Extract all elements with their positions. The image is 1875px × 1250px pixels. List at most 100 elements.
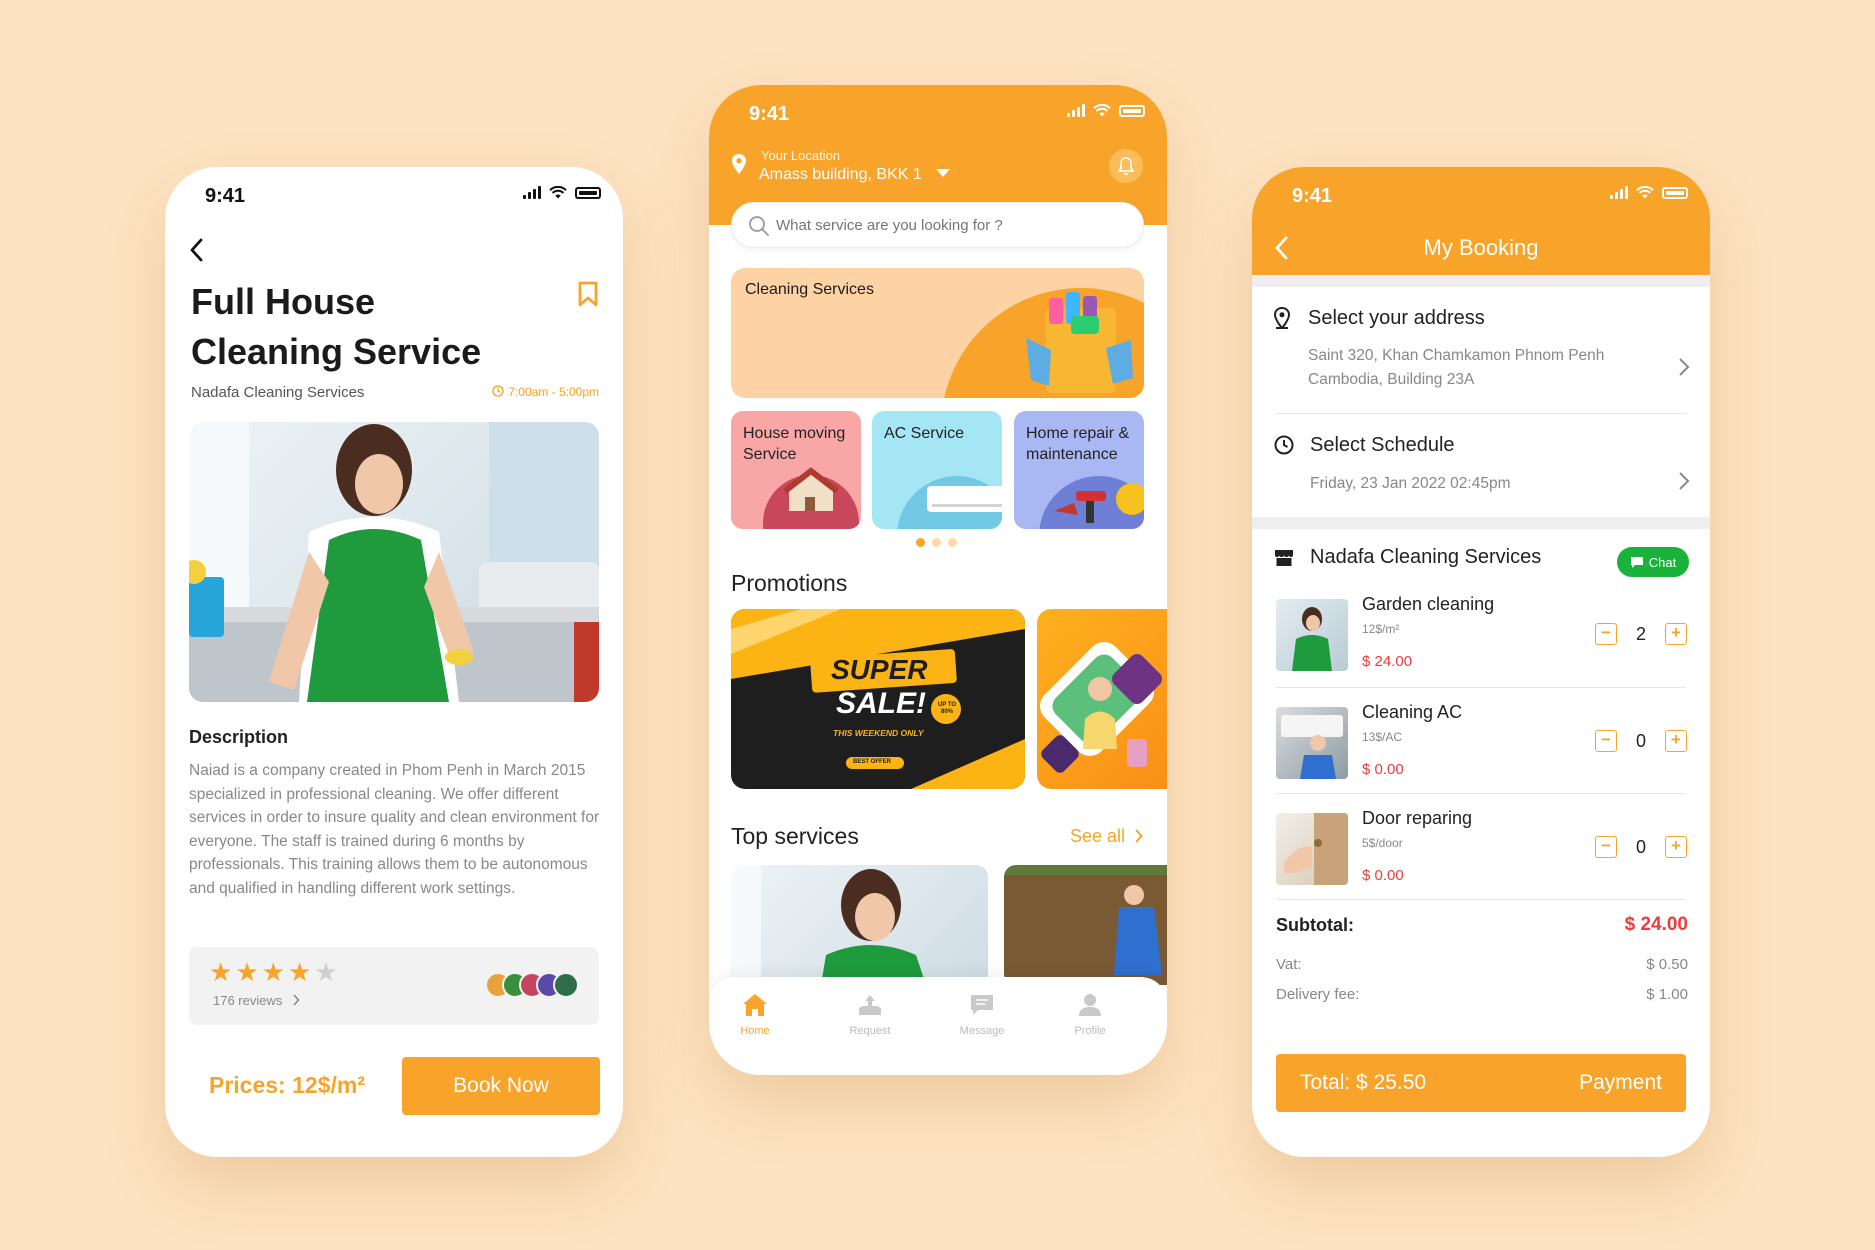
notification-button[interactable] (1109, 149, 1143, 183)
home-screen: 9:41 Your Location Amass building, BKK 1… (709, 85, 1167, 1075)
item-price: $ 24.00 (1362, 653, 1413, 670)
chevron-right-icon (1135, 829, 1143, 843)
item-unit-price: 12$/m² (1362, 622, 1400, 636)
wifi-icon (549, 186, 567, 199)
promotion-super-sale[interactable]: SPECIAL OFFER SUPER SALE! UP TO 80% THIS… (731, 609, 1025, 789)
item-image (1276, 707, 1348, 779)
increase-button[interactable]: + (1665, 836, 1687, 858)
cleaning-services-banner[interactable]: Cleaning Services (731, 268, 1144, 398)
book-now-button[interactable]: Book Now (402, 1057, 600, 1115)
item-image (1276, 599, 1348, 671)
chevron-right-icon[interactable] (1678, 357, 1690, 377)
chevron-right-icon[interactable] (1678, 471, 1690, 491)
carousel-dot[interactable] (916, 538, 925, 547)
booking-screen: 9:41 My Booking Select your address Sain… (1252, 167, 1710, 1157)
store-icon (1275, 550, 1293, 566)
search-bar[interactable] (731, 202, 1144, 248)
item-name: Door reparing (1362, 808, 1473, 828)
delivery-fee-label: Delivery fee: (1276, 986, 1360, 1003)
promotion-shopping[interactable] (1037, 609, 1167, 789)
status-bar: 9:41 (1252, 167, 1710, 231)
payment-bar[interactable]: Total: $ 25.50 Payment (1276, 1054, 1686, 1112)
star-icon: ★ (287, 957, 315, 987)
top-service-card[interactable] (731, 865, 988, 985)
chat-icon (1630, 556, 1643, 568)
vat-value: $ 0.50 (1646, 956, 1688, 973)
schedule-value[interactable]: Friday, 23 Jan 2022 02:45pm (1310, 472, 1510, 496)
category-home-repair[interactable]: Home repair & maintenance (1014, 411, 1144, 529)
battery-icon (1119, 104, 1145, 117)
signal-icon (1067, 104, 1085, 117)
decrease-button[interactable]: − (1595, 730, 1617, 752)
clock-icon (1274, 435, 1294, 455)
item-price: $ 0.00 (1362, 761, 1404, 778)
tab-profile[interactable]: Profile (1045, 993, 1135, 1037)
increase-button[interactable]: + (1665, 623, 1687, 645)
location-pin-icon (1274, 307, 1290, 329)
decrease-button[interactable]: − (1595, 836, 1617, 858)
promotions-heading: Promotions (731, 570, 848, 596)
carousel-dot[interactable] (932, 538, 941, 547)
promo-best-offer: BEST OFFER (853, 759, 892, 765)
subtotal-value: $ 24.00 (1624, 914, 1688, 935)
quantity-stepper: − 0 + (1595, 836, 1687, 858)
total-amount: Total: $ 25.50 (1300, 1071, 1427, 1094)
tab-request[interactable]: Request (825, 993, 915, 1037)
wifi-icon (1093, 104, 1111, 117)
category-label: Home repair & maintenance (1026, 425, 1130, 463)
increase-button[interactable]: + (1665, 730, 1687, 752)
promo-weekend: THIS WEEKEND ONLY (833, 728, 924, 738)
caret-down-icon (936, 169, 951, 177)
promo-badge: UP TO 80% (937, 702, 957, 715)
status-bar: 9:41 (709, 85, 1167, 149)
back-arrow-icon[interactable] (189, 237, 205, 263)
item-name: Garden cleaning (1362, 594, 1495, 614)
service-photo (189, 422, 599, 702)
request-icon (859, 995, 881, 1015)
status-time: 9:41 (205, 185, 246, 207)
carousel-dots (916, 538, 957, 547)
carousel-dot[interactable] (948, 538, 957, 547)
reviews-count[interactable]: 176 reviews (213, 993, 300, 1008)
service-detail-screen: 9:41 Full House Cleaning Service Nadafa … (165, 167, 623, 1157)
top-services-heading: Top services (731, 823, 859, 849)
signal-icon (523, 186, 541, 199)
search-input[interactable] (776, 203, 1116, 247)
vat-label: Vat: (1276, 956, 1302, 973)
bookmark-icon[interactable] (577, 280, 599, 308)
quantity-value: 0 (1635, 730, 1646, 751)
quantity-stepper: − 2 + (1595, 623, 1687, 645)
category-ac-service[interactable]: AC Service (872, 411, 1002, 529)
bell-icon (1117, 157, 1135, 176)
quantity-value: 0 (1635, 836, 1646, 857)
wifi-icon (1636, 186, 1654, 199)
tab-home[interactable]: Home (710, 993, 800, 1037)
banner-label: Cleaning Services (745, 281, 874, 298)
home-icon (743, 994, 767, 1016)
page-title: My Booking (1423, 235, 1539, 260)
location-label: Your Location (761, 148, 841, 163)
top-service-card[interactable] (1004, 865, 1167, 985)
location-selector[interactable]: Amass building, BKK 1 (759, 166, 951, 184)
chat-button[interactable]: Chat (1617, 547, 1689, 577)
tab-message[interactable]: Message (937, 993, 1027, 1037)
promo-special-offer: SPECIAL OFFER (849, 636, 921, 646)
address-value[interactable]: Saint 320, Khan Chamkamon Phnom Penh Cam… (1308, 344, 1604, 392)
decrease-button[interactable]: − (1595, 623, 1617, 645)
status-bar: 9:41 (165, 167, 623, 231)
subtotal-label: Subtotal: (1276, 915, 1354, 935)
status-time: 9:41 (749, 103, 790, 125)
payment-button[interactable]: Payment (1579, 1071, 1662, 1095)
see-all-link[interactable]: See all (1070, 826, 1143, 847)
avatar (553, 972, 579, 998)
item-name: Cleaning AC (1362, 702, 1463, 722)
category-label: AC Service (884, 425, 965, 442)
reviews-card[interactable]: ★★★★★ 176 reviews (189, 947, 599, 1025)
rating-stars: ★★★★★ (209, 957, 341, 988)
star-icon: ★ (314, 957, 341, 987)
provider-name: Nadafa Cleaning Services (1310, 546, 1542, 568)
category-house-moving[interactable]: House moving Service (731, 411, 861, 529)
signal-icon (1610, 186, 1628, 199)
star-icon: ★ (209, 957, 236, 987)
profile-icon (1079, 994, 1101, 1016)
